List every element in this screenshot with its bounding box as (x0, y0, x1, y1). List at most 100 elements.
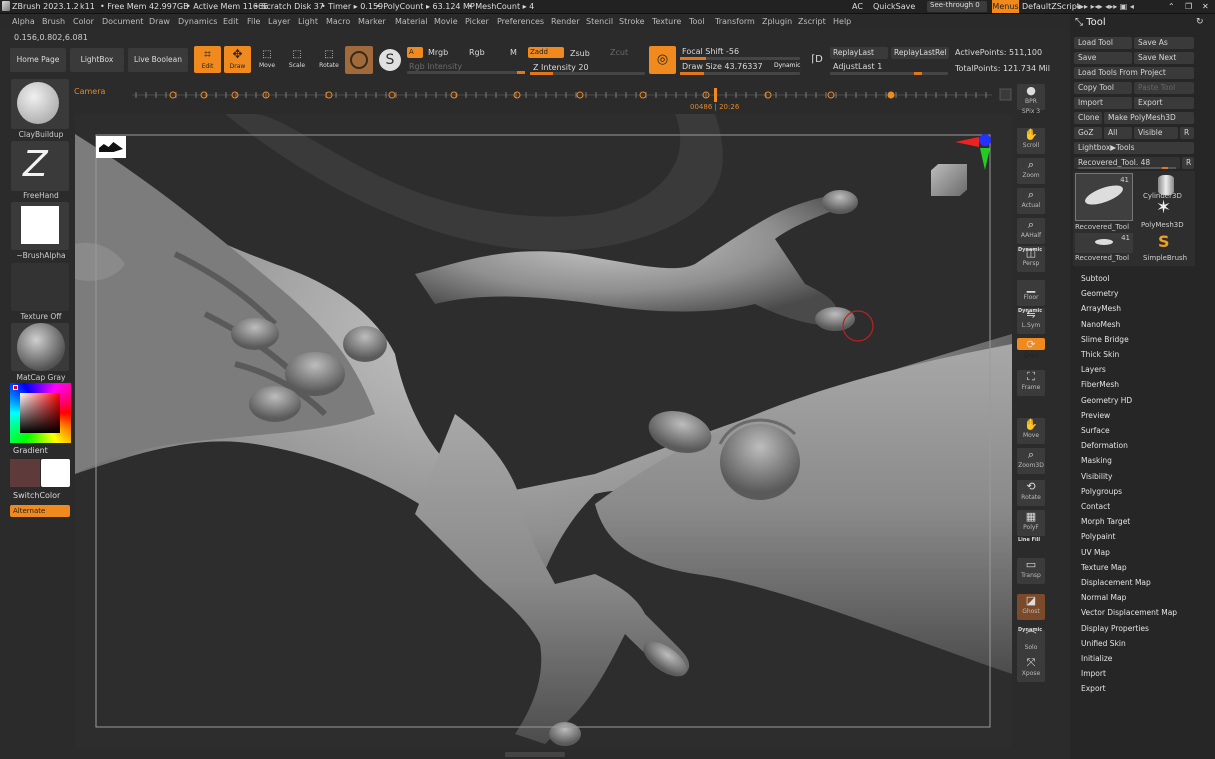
menu-preferences[interactable]: Preferences (497, 17, 544, 26)
save-next-button[interactable]: Save Next (1134, 52, 1194, 64)
polyf-button[interactable]: ▦ PolyF (1017, 510, 1045, 536)
polymesh3d-icon[interactable]: ✶ (1156, 199, 1171, 217)
scale-button[interactable]: ⬚ Scale (285, 47, 309, 73)
simplebrush-icon[interactable]: S (1158, 233, 1170, 251)
submenu-arraymesh[interactable]: ArrayMesh (1081, 304, 1121, 313)
menu-file[interactable]: File (247, 17, 260, 26)
save-as-button[interactable]: Save As (1134, 37, 1194, 49)
submenu-geometry[interactable]: Geometry (1081, 289, 1118, 298)
zoom3d-button[interactable]: ⌕ Zoom3D (1017, 448, 1045, 474)
menu-render[interactable]: Render (551, 17, 579, 26)
live-boolean-button[interactable]: Live Boolean (128, 48, 188, 72)
current-tool-slider[interactable]: Recovered_Tool. 48 (1074, 157, 1180, 169)
transp-button[interactable]: ▭ Transp (1017, 558, 1045, 584)
edit-button[interactable]: ⌗ Edit (194, 46, 221, 73)
zsub-toggle[interactable]: Zsub (570, 49, 590, 58)
submenu-contact[interactable]: Contact (1081, 502, 1110, 511)
menus-button[interactable]: Menus (992, 0, 1019, 13)
draw-size-slider[interactable] (680, 72, 800, 75)
menu-edit[interactable]: Edit (223, 17, 239, 26)
primary-color-swatch[interactable] (41, 459, 70, 487)
submenu-normal-map[interactable]: Normal Map (1081, 593, 1126, 602)
menu-light[interactable]: Light (298, 17, 318, 26)
close-icon[interactable]: ✕ (1202, 2, 1209, 11)
move-button[interactable]: ✋ Move (1017, 418, 1045, 444)
bpr-button[interactable]: ● BPR (1017, 84, 1045, 110)
visible-button[interactable]: Visible (1134, 127, 1178, 139)
silhouette-thumbnail[interactable] (96, 136, 126, 158)
dynamic-label[interactable]: Dynamic (774, 62, 800, 69)
menu-layer[interactable]: Layer (268, 17, 290, 26)
menu-zscript[interactable]: Zscript (798, 17, 826, 26)
z-intensity-slider[interactable] (530, 72, 645, 75)
submenu-polypaint[interactable]: Polypaint (1081, 532, 1116, 541)
zscript-button[interactable]: DefaultZScript (1022, 2, 1080, 11)
tool-palette-title[interactable]: ⤡ Tool (1075, 17, 1106, 28)
submenu-texture-map[interactable]: Texture Map (1081, 563, 1127, 572)
rotate-button[interactable]: ⟲ Rotate (1017, 480, 1045, 506)
timeline-track[interactable] (132, 88, 1012, 102)
submenu-deformation[interactable]: Deformation (1081, 441, 1128, 450)
ghost-button[interactable]: ◪ Ghost (1017, 594, 1045, 620)
gradient-label[interactable]: Gradient (13, 446, 48, 455)
menu-texture[interactable]: Texture (652, 17, 681, 26)
rotate-button[interactable]: ⬚ Rotate (316, 47, 342, 73)
submenu-export[interactable]: Export (1081, 684, 1106, 693)
clone-button[interactable]: Clone (1074, 112, 1102, 124)
floor-button[interactable]: ▁ Floor (1017, 280, 1045, 306)
minimize-icon[interactable]: ⌃ (1168, 2, 1175, 11)
draw-button[interactable]: ✥ Draw (224, 46, 251, 73)
export-button[interactable]: Export (1134, 97, 1194, 109)
brush-thumbnail[interactable] (11, 79, 69, 129)
lightbox-tools-button[interactable]: Lightbox▶Tools (1074, 142, 1194, 154)
menu-tool[interactable]: Tool (689, 17, 705, 26)
scroll-button[interactable]: ✋ Scroll (1017, 128, 1045, 154)
axis-gizmo-icon[interactable] (955, 134, 995, 174)
current-r-button[interactable]: R (1182, 157, 1194, 169)
copy-tool-button[interactable]: Copy Tool (1074, 82, 1132, 94)
submenu-morph-target[interactable]: Morph Target (1081, 517, 1130, 526)
menu-material[interactable]: Material (395, 17, 428, 26)
submenu-fibermesh[interactable]: FiberMesh (1081, 380, 1119, 389)
quicksave-button[interactable]: QuickSave (873, 2, 915, 11)
actual-button[interactable]: ⌕ Actual (1017, 188, 1045, 214)
mrgb-toggle[interactable]: Mrgb (428, 48, 448, 57)
color-picker[interactable] (10, 383, 71, 443)
menu-dynamics[interactable]: Dynamics (178, 17, 217, 26)
restore-icon[interactable]: ❐ (1185, 2, 1192, 11)
solo-button[interactable]: ⌒ Solo (1017, 630, 1045, 656)
submenu-subtool[interactable]: Subtool (1081, 274, 1109, 283)
texture-thumbnail[interactable] (11, 263, 69, 311)
rgb-toggle[interactable]: Rgb (469, 48, 485, 57)
focal-brush-icon[interactable]: ◎ (649, 46, 676, 74)
zoom-button[interactable]: ⌕ Zoom (1017, 158, 1045, 184)
xyz-button[interactable]: ⟳ Qxyz (1017, 338, 1045, 359)
submenu-initialize[interactable]: Initialize (1081, 654, 1112, 663)
load-tools-from-project-button[interactable]: Load Tools From Project (1074, 67, 1194, 79)
zadd-toggle[interactable]: Zadd (528, 47, 564, 58)
tool-thumb-1[interactable]: 41 (1075, 173, 1133, 221)
submenu-nanomesh[interactable]: NanoMesh (1081, 320, 1120, 329)
timeline-keyframe[interactable] (887, 91, 895, 99)
zcut-toggle[interactable]: Zcut (610, 48, 628, 57)
make-polymesh3d-button[interactable]: Make PolyMesh3D (1104, 112, 1194, 124)
layout-icons[interactable]: ◂▸▸ ▸◂▸ ◂▸▸ ▣ ◂ (1076, 2, 1134, 11)
lightbox-button[interactable]: LightBox (70, 48, 124, 72)
save-button[interactable]: Save (1074, 52, 1132, 64)
adjustlast-slider[interactable] (830, 72, 948, 75)
submenu-vector-displacement-map[interactable]: Vector Displacement Map (1081, 608, 1177, 617)
submenu-uv-map[interactable]: UV Map (1081, 548, 1110, 557)
aahalf-button[interactable]: ⌕ AAHalf (1017, 218, 1045, 244)
submenu-layers[interactable]: Layers (1081, 365, 1106, 374)
m-toggle[interactable]: M (510, 48, 517, 57)
menu-macro[interactable]: Macro (326, 17, 350, 26)
rgb-intensity-slider[interactable] (407, 71, 525, 74)
goz-button[interactable]: GoZ (1074, 127, 1102, 139)
spotlight-icon[interactable]: S (379, 49, 401, 71)
switchcolor-button[interactable]: SwitchColor (13, 491, 60, 500)
menu-zplugin[interactable]: Zplugin (762, 17, 792, 26)
timeline-cursor[interactable] (714, 88, 717, 102)
submenu-display-properties[interactable]: Display Properties (1081, 624, 1149, 633)
xpose-button[interactable]: ⤧ Xpose (1017, 656, 1045, 682)
menu-movie[interactable]: Movie (434, 17, 458, 26)
